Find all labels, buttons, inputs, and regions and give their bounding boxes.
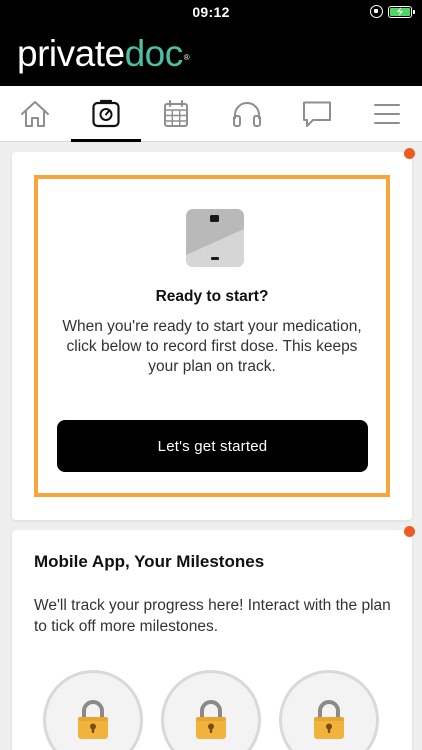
bathroom-scale-illustration [186,209,244,267]
headphones-icon [233,102,261,127]
scale-icon [92,99,120,128]
app-logo: privatedoc® [17,32,190,76]
status-bar: 09:12 [0,0,422,24]
logo-text-primary: private [17,33,125,74]
milestone-badge-locked[interactable] [279,670,379,750]
menu-icon [374,104,400,124]
milestones-card: Mobile App, Your Milestones We'll track … [12,526,415,750]
tab-calendar[interactable] [141,86,211,142]
tab-messages[interactable] [282,86,352,142]
chat-icon [303,101,331,127]
milestone-badge-locked[interactable] [161,670,261,750]
tab-home[interactable] [0,86,70,142]
calendar-icon [164,100,188,127]
ready-title: Ready to start? [155,288,269,305]
ready-to-start-card: Ready to start? When you're ready to sta… [12,148,415,520]
app-header: privatedoc® [0,24,422,86]
notification-dot [404,148,415,159]
active-tab-indicator [71,139,141,142]
tab-bar [0,86,422,142]
tab-support[interactable] [212,86,282,142]
padlock-icon [78,700,108,739]
milestone-badge-locked[interactable] [43,670,143,750]
padlock-icon [196,700,226,739]
status-icons [370,5,415,18]
home-icon [21,101,49,127]
ready-description: When you're ready to start your medicati… [62,318,362,375]
rotation-lock-icon [370,5,383,18]
battery-icon [388,5,415,18]
milestones-description: We'll track your progress here! Interact… [34,597,391,635]
logo-registered-mark: ® [183,53,190,62]
tab-menu[interactable] [352,86,422,142]
status-time: 09:12 [192,4,230,20]
tab-scale[interactable] [71,86,141,142]
highlight-frame: Ready to start? When you're ready to sta… [34,175,390,497]
logo-text-accent: doc [124,33,184,74]
notification-dot [404,526,415,537]
milestones-title: Mobile App, Your Milestones [34,552,265,571]
get-started-button[interactable]: Let's get started [57,420,368,472]
padlock-icon [314,700,344,739]
